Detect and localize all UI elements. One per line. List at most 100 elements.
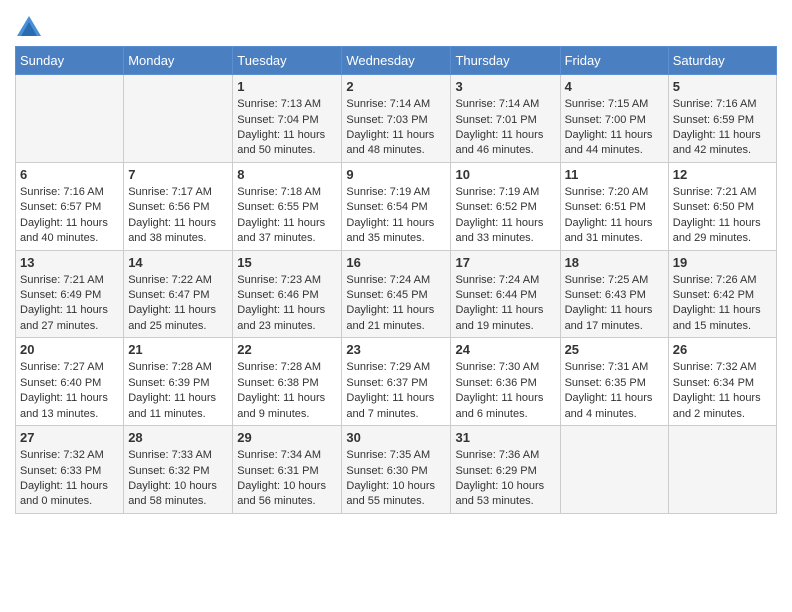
cell-content: Sunrise: 7:14 AM Sunset: 7:01 PM Dayligh… — [455, 97, 555, 159]
cell-content: Sunrise: 7:18 AM Sunset: 6:55 PM Dayligh… — [237, 185, 337, 247]
cell-3-5: 25Sunrise: 7:31 AM Sunset: 6:35 PM Dayli… — [560, 338, 668, 426]
cell-2-3: 16Sunrise: 7:24 AM Sunset: 6:45 PM Dayli… — [342, 250, 451, 338]
cell-1-2: 8Sunrise: 7:18 AM Sunset: 6:55 PM Daylig… — [233, 162, 342, 250]
day-number: 24 — [455, 341, 555, 359]
day-number: 17 — [455, 254, 555, 272]
cell-content: Sunrise: 7:14 AM Sunset: 7:03 PM Dayligh… — [346, 97, 446, 159]
cell-content: Sunrise: 7:29 AM Sunset: 6:37 PM Dayligh… — [346, 360, 446, 422]
cell-1-4: 10Sunrise: 7:19 AM Sunset: 6:52 PM Dayli… — [451, 162, 560, 250]
cell-4-0: 27Sunrise: 7:32 AM Sunset: 6:33 PM Dayli… — [16, 426, 124, 514]
cell-content: Sunrise: 7:25 AM Sunset: 6:43 PM Dayligh… — [565, 273, 664, 335]
cell-content: Sunrise: 7:16 AM Sunset: 6:59 PM Dayligh… — [673, 97, 772, 159]
cell-2-1: 14Sunrise: 7:22 AM Sunset: 6:47 PM Dayli… — [124, 250, 233, 338]
cell-content: Sunrise: 7:24 AM Sunset: 6:44 PM Dayligh… — [455, 273, 555, 335]
header-tuesday: Tuesday — [233, 47, 342, 75]
cell-content: Sunrise: 7:31 AM Sunset: 6:35 PM Dayligh… — [565, 360, 664, 422]
cell-1-5: 11Sunrise: 7:20 AM Sunset: 6:51 PM Dayli… — [560, 162, 668, 250]
day-number: 8 — [237, 166, 337, 184]
day-number: 30 — [346, 429, 446, 447]
day-number: 13 — [20, 254, 119, 272]
cell-4-3: 30Sunrise: 7:35 AM Sunset: 6:30 PM Dayli… — [342, 426, 451, 514]
cell-content: Sunrise: 7:27 AM Sunset: 6:40 PM Dayligh… — [20, 360, 119, 422]
week-row-1: 6Sunrise: 7:16 AM Sunset: 6:57 PM Daylig… — [16, 162, 777, 250]
cell-content: Sunrise: 7:32 AM Sunset: 6:33 PM Dayligh… — [20, 448, 119, 510]
cell-content: Sunrise: 7:19 AM Sunset: 6:52 PM Dayligh… — [455, 185, 555, 247]
cell-content: Sunrise: 7:21 AM Sunset: 6:49 PM Dayligh… — [20, 273, 119, 335]
cell-4-4: 31Sunrise: 7:36 AM Sunset: 6:29 PM Dayli… — [451, 426, 560, 514]
day-number: 10 — [455, 166, 555, 184]
week-row-4: 27Sunrise: 7:32 AM Sunset: 6:33 PM Dayli… — [16, 426, 777, 514]
day-number: 20 — [20, 341, 119, 359]
cell-content: Sunrise: 7:30 AM Sunset: 6:36 PM Dayligh… — [455, 360, 555, 422]
cell-content: Sunrise: 7:22 AM Sunset: 6:47 PM Dayligh… — [128, 273, 228, 335]
cell-0-0 — [16, 75, 124, 163]
day-number: 3 — [455, 78, 555, 96]
cell-content: Sunrise: 7:36 AM Sunset: 6:29 PM Dayligh… — [455, 448, 555, 510]
day-number: 18 — [565, 254, 664, 272]
day-number: 1 — [237, 78, 337, 96]
cell-content: Sunrise: 7:35 AM Sunset: 6:30 PM Dayligh… — [346, 448, 446, 510]
day-number: 2 — [346, 78, 446, 96]
logo — [15, 14, 45, 42]
cell-content: Sunrise: 7:23 AM Sunset: 6:46 PM Dayligh… — [237, 273, 337, 335]
cell-3-0: 20Sunrise: 7:27 AM Sunset: 6:40 PM Dayli… — [16, 338, 124, 426]
cell-0-6: 5Sunrise: 7:16 AM Sunset: 6:59 PM Daylig… — [668, 75, 776, 163]
cell-2-6: 19Sunrise: 7:26 AM Sunset: 6:42 PM Dayli… — [668, 250, 776, 338]
day-number: 11 — [565, 166, 664, 184]
cell-1-0: 6Sunrise: 7:16 AM Sunset: 6:57 PM Daylig… — [16, 162, 124, 250]
day-number: 12 — [673, 166, 772, 184]
day-number: 26 — [673, 341, 772, 359]
cell-4-5 — [560, 426, 668, 514]
header-wednesday: Wednesday — [342, 47, 451, 75]
day-number: 19 — [673, 254, 772, 272]
cell-3-4: 24Sunrise: 7:30 AM Sunset: 6:36 PM Dayli… — [451, 338, 560, 426]
cell-2-2: 15Sunrise: 7:23 AM Sunset: 6:46 PM Dayli… — [233, 250, 342, 338]
header-saturday: Saturday — [668, 47, 776, 75]
week-row-0: 1Sunrise: 7:13 AM Sunset: 7:04 PM Daylig… — [16, 75, 777, 163]
day-number: 7 — [128, 166, 228, 184]
day-number: 15 — [237, 254, 337, 272]
cell-content: Sunrise: 7:28 AM Sunset: 6:39 PM Dayligh… — [128, 360, 228, 422]
cell-content: Sunrise: 7:19 AM Sunset: 6:54 PM Dayligh… — [346, 185, 446, 247]
week-row-2: 13Sunrise: 7:21 AM Sunset: 6:49 PM Dayli… — [16, 250, 777, 338]
day-number: 29 — [237, 429, 337, 447]
header-sunday: Sunday — [16, 47, 124, 75]
day-number: 23 — [346, 341, 446, 359]
day-number: 16 — [346, 254, 446, 272]
day-number: 28 — [128, 429, 228, 447]
day-number: 21 — [128, 341, 228, 359]
cell-content: Sunrise: 7:16 AM Sunset: 6:57 PM Dayligh… — [20, 185, 119, 247]
cell-3-6: 26Sunrise: 7:32 AM Sunset: 6:34 PM Dayli… — [668, 338, 776, 426]
cell-content: Sunrise: 7:21 AM Sunset: 6:50 PM Dayligh… — [673, 185, 772, 247]
cell-0-5: 4Sunrise: 7:15 AM Sunset: 7:00 PM Daylig… — [560, 75, 668, 163]
day-number: 9 — [346, 166, 446, 184]
week-row-3: 20Sunrise: 7:27 AM Sunset: 6:40 PM Dayli… — [16, 338, 777, 426]
cell-0-1 — [124, 75, 233, 163]
cell-4-6 — [668, 426, 776, 514]
cell-1-3: 9Sunrise: 7:19 AM Sunset: 6:54 PM Daylig… — [342, 162, 451, 250]
cell-3-3: 23Sunrise: 7:29 AM Sunset: 6:37 PM Dayli… — [342, 338, 451, 426]
cell-2-5: 18Sunrise: 7:25 AM Sunset: 6:43 PM Dayli… — [560, 250, 668, 338]
logo-icon — [15, 14, 43, 42]
header-row: SundayMondayTuesdayWednesdayThursdayFrid… — [16, 47, 777, 75]
cell-2-0: 13Sunrise: 7:21 AM Sunset: 6:49 PM Dayli… — [16, 250, 124, 338]
header — [15, 10, 777, 42]
cell-content: Sunrise: 7:32 AM Sunset: 6:34 PM Dayligh… — [673, 360, 772, 422]
cell-content: Sunrise: 7:17 AM Sunset: 6:56 PM Dayligh… — [128, 185, 228, 247]
day-number: 25 — [565, 341, 664, 359]
cell-content: Sunrise: 7:20 AM Sunset: 6:51 PM Dayligh… — [565, 185, 664, 247]
header-thursday: Thursday — [451, 47, 560, 75]
page: SundayMondayTuesdayWednesdayThursdayFrid… — [0, 0, 792, 529]
cell-0-3: 2Sunrise: 7:14 AM Sunset: 7:03 PM Daylig… — [342, 75, 451, 163]
cell-2-4: 17Sunrise: 7:24 AM Sunset: 6:44 PM Dayli… — [451, 250, 560, 338]
cell-3-1: 21Sunrise: 7:28 AM Sunset: 6:39 PM Dayli… — [124, 338, 233, 426]
day-number: 5 — [673, 78, 772, 96]
day-number: 14 — [128, 254, 228, 272]
cell-1-1: 7Sunrise: 7:17 AM Sunset: 6:56 PM Daylig… — [124, 162, 233, 250]
day-number: 6 — [20, 166, 119, 184]
cell-1-6: 12Sunrise: 7:21 AM Sunset: 6:50 PM Dayli… — [668, 162, 776, 250]
calendar-table: SundayMondayTuesdayWednesdayThursdayFrid… — [15, 46, 777, 514]
header-friday: Friday — [560, 47, 668, 75]
cell-content: Sunrise: 7:13 AM Sunset: 7:04 PM Dayligh… — [237, 97, 337, 159]
cell-content: Sunrise: 7:15 AM Sunset: 7:00 PM Dayligh… — [565, 97, 664, 159]
